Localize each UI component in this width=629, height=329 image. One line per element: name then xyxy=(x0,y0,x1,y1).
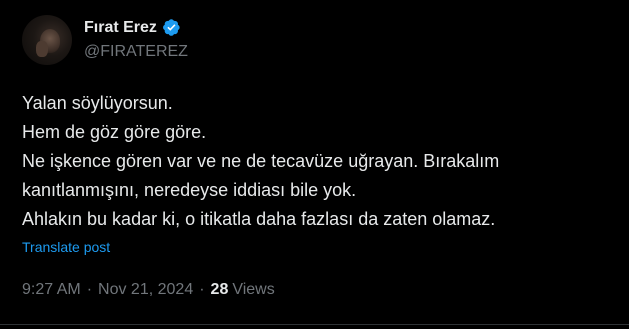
views-label[interactable]: Views xyxy=(232,281,274,299)
post-text-line: Hem de göz göre göre. xyxy=(22,122,207,142)
post-time[interactable]: 9:27 AM xyxy=(22,281,81,299)
author-handle[interactable]: @FIRATEREZ xyxy=(84,43,188,61)
meta-separator: · xyxy=(86,281,93,298)
author-display-name[interactable]: Fırat Erez xyxy=(84,19,157,37)
post-text-line: Yalan söylüyorsun. xyxy=(22,93,173,113)
avatar-hand xyxy=(36,41,48,57)
tweet: Fırat Erez @FIRATEREZ Yalan söylüyorsun.… xyxy=(0,0,629,329)
divider xyxy=(0,324,629,325)
meta-separator: · xyxy=(199,281,205,298)
post-text-line: kanıtlanmışını, neredeyse iddiası bile y… xyxy=(22,180,357,200)
views-count[interactable]: 28 xyxy=(211,281,229,299)
post-text-line: Ne işkence gören var ve ne de tecavüze u… xyxy=(22,151,500,171)
post-text-line: Ahlakın bu kadar ki, o itikatla daha faz… xyxy=(22,209,496,229)
author-name-row: Fırat Erez xyxy=(84,18,181,37)
verified-badge-icon xyxy=(162,19,180,36)
post-date[interactable]: Nov 21, 2024 xyxy=(98,281,193,299)
translate-post-link[interactable]: Translate post xyxy=(22,239,110,255)
avatar[interactable] xyxy=(22,15,72,65)
post-meta: 9:27 AM · Nov 21, 2024 · 28 Views xyxy=(22,281,275,299)
post-text: Yalan söylüyorsun. Hem de göz göre göre.… xyxy=(22,89,612,234)
